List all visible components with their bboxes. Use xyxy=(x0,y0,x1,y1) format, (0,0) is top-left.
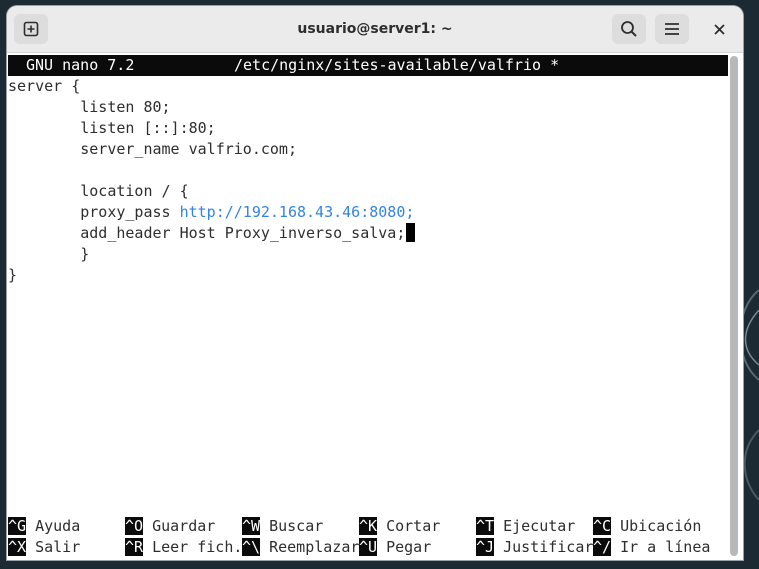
editor-line: listen 80; xyxy=(8,98,171,116)
shortcut-key: ^J xyxy=(476,538,495,556)
shortcut-replace[interactable]: ^\ Reemplazar xyxy=(242,537,359,558)
terminal-window: usuario@server1: ~ GNU nano 7.2/etc/ngin… xyxy=(7,6,743,560)
terminal-content[interactable]: GNU nano 7.2/etc/nginx/sites-available/v… xyxy=(7,53,729,560)
text-cursor xyxy=(406,223,416,242)
shortcut-label: Guardar xyxy=(152,517,216,535)
shortcut-execute[interactable]: ^T Ejecutar xyxy=(476,516,575,537)
shortcut-exit[interactable]: ^X Salir xyxy=(8,537,80,558)
shortcut-label: Buscar xyxy=(269,517,324,535)
shortcut-key: ^\ xyxy=(242,538,261,556)
shortcut-label: Ubicación xyxy=(620,517,702,535)
shortcut-key: ^/ xyxy=(593,538,612,556)
shortcut-label: Pegar xyxy=(386,538,432,556)
shortcut-label: Ir a línea xyxy=(620,538,711,556)
nano-version: GNU nano 7.2 xyxy=(26,56,135,74)
shortcut-key: ^U xyxy=(359,538,378,556)
shortcut-paste[interactable]: ^U Pegar xyxy=(359,537,431,558)
close-button[interactable] xyxy=(702,14,736,44)
shortcut-label: Reemplazar xyxy=(269,538,360,556)
menu-button[interactable] xyxy=(655,14,689,44)
hamburger-menu-icon xyxy=(665,23,679,35)
search-button[interactable] xyxy=(612,14,646,44)
shortcut-save[interactable]: ^O Guardar xyxy=(125,516,215,537)
editor-line: server_name valfrio.com; xyxy=(8,140,297,158)
shortcut-key: ^G xyxy=(8,517,27,535)
editor-line: location / { xyxy=(8,182,189,200)
editor-text: add_header Host Proxy_inverso_salva; xyxy=(8,224,406,242)
shortcut-key: ^X xyxy=(8,538,27,556)
shortcut-label: Justificar xyxy=(503,538,594,556)
shortcut-key: ^K xyxy=(359,517,378,535)
shortcut-label: Leer fich. xyxy=(152,538,243,556)
editor-line: } xyxy=(8,245,90,263)
shortcut-key: ^R xyxy=(125,538,144,556)
editor-line-proxy-pass: proxy_pass http://192.168.43.46:8080; xyxy=(8,202,414,223)
search-icon xyxy=(621,21,637,37)
titlebar: usuario@server1: ~ xyxy=(7,6,743,53)
editor-line: listen [::]:80; xyxy=(8,119,216,137)
shortcut-justify[interactable]: ^J Justificar xyxy=(476,537,593,558)
shortcut-help[interactable]: ^G Ayuda xyxy=(8,516,80,537)
nano-header-bar: GNU nano 7.2/etc/nginx/sites-available/v… xyxy=(8,55,728,76)
shortcut-label: Ejecutar xyxy=(503,517,576,535)
shortcut-key: ^O xyxy=(125,517,144,535)
shortcut-key: ^T xyxy=(476,517,495,535)
shortcut-label: Salir xyxy=(35,538,81,556)
shortcut-location[interactable]: ^C Ubicación xyxy=(593,516,701,537)
editor-line-add-header: add_header Host Proxy_inverso_salva; xyxy=(8,223,416,244)
shortcut-label: Cortar xyxy=(386,517,441,535)
shortcut-cut[interactable]: ^K Cortar xyxy=(359,516,440,537)
shortcut-search[interactable]: ^W Buscar xyxy=(242,516,323,537)
vertical-scrollbar[interactable] xyxy=(730,56,738,556)
proxy-url: http://192.168.43.46:8080; xyxy=(179,203,415,221)
close-icon xyxy=(713,23,725,35)
shortcut-key: ^W xyxy=(242,517,261,535)
shortcut-go-to-line[interactable]: ^/ Ir a línea xyxy=(593,537,710,558)
nano-filename: /etc/nginx/sites-available/valfrio * xyxy=(234,56,560,74)
shortcut-key: ^C xyxy=(593,517,612,535)
editor-line: server { xyxy=(8,77,81,95)
shortcut-label: Ayuda xyxy=(35,517,81,535)
editor-text: proxy_pass xyxy=(8,203,180,221)
shortcut-read-file[interactable]: ^R Leer fich. xyxy=(125,537,242,558)
editor-line: } xyxy=(8,266,18,284)
